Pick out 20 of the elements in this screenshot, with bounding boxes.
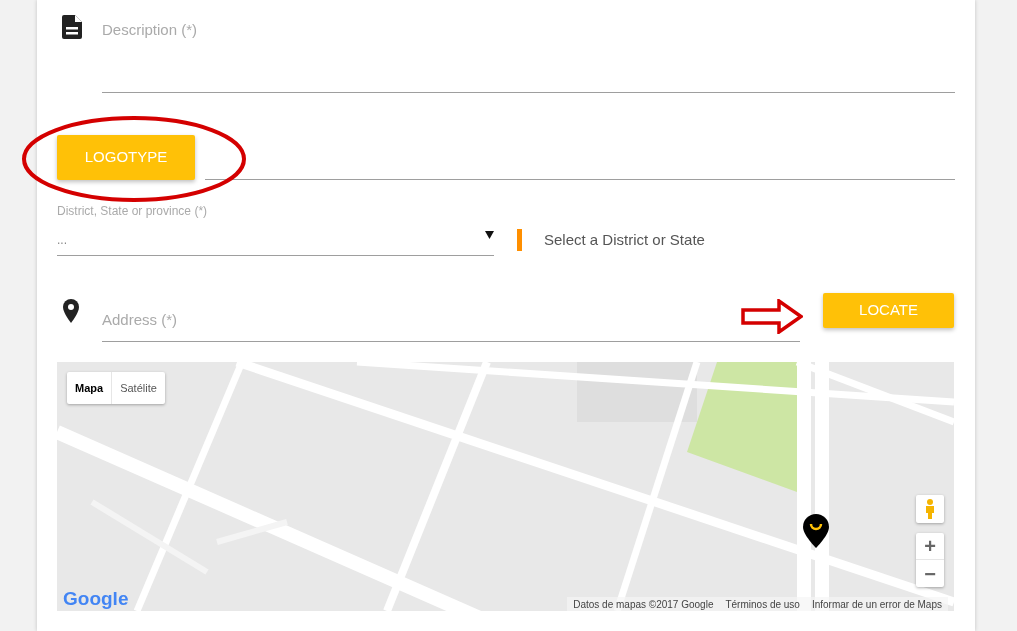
arrow-annotation xyxy=(741,299,803,334)
map-marker-icon xyxy=(803,514,829,548)
zoom-in-button[interactable]: + xyxy=(916,533,944,560)
map-attribution: Datos de mapas ©2017 Google xyxy=(573,597,714,611)
caret-icon xyxy=(485,230,494,239)
document-icon xyxy=(62,15,82,39)
map-link[interactable]: Informar de un error de Maps xyxy=(811,596,942,611)
district-dropdown[interactable]: ... xyxy=(57,224,494,256)
street-view-button[interactable] xyxy=(916,495,944,523)
location-pin-icon xyxy=(63,299,79,323)
map-type-tab[interactable]: Satélite xyxy=(111,372,165,404)
zoom-out-button[interactable]: − xyxy=(916,560,944,587)
person-icon xyxy=(925,499,935,519)
description-field[interactable]: Description (*) xyxy=(102,15,955,93)
map-type-tab[interactable]: Mapa xyxy=(67,372,112,404)
map-logo: Google xyxy=(63,589,129,608)
field-label: District, State or province (*) xyxy=(57,204,209,218)
address-field[interactable]: Address (*) xyxy=(102,298,800,342)
district-hint: Select a District or State xyxy=(544,229,705,250)
map-link[interactable]: Términos de uso xyxy=(725,596,800,611)
